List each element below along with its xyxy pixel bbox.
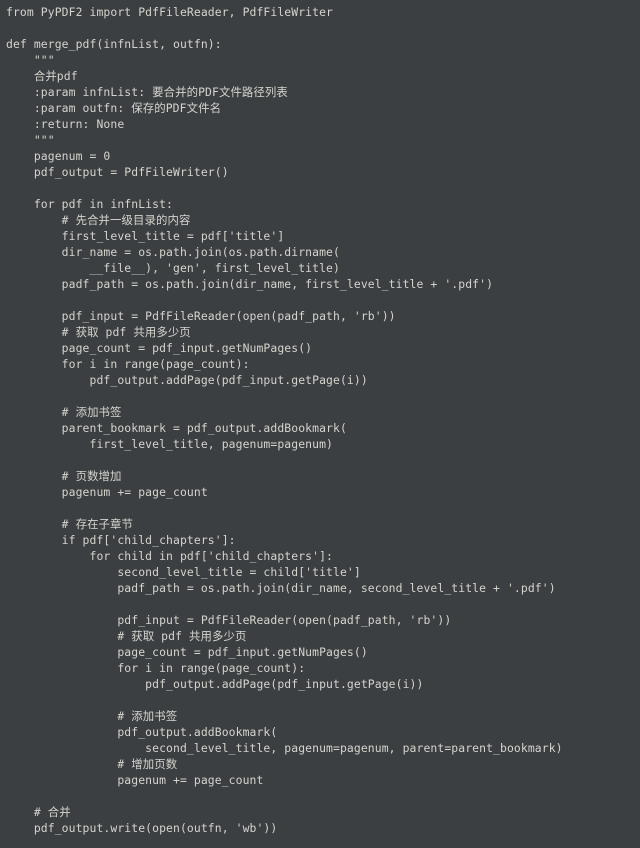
code-block: from PyPDF2 import PdfFileReader, PdfFil… [0,0,640,842]
